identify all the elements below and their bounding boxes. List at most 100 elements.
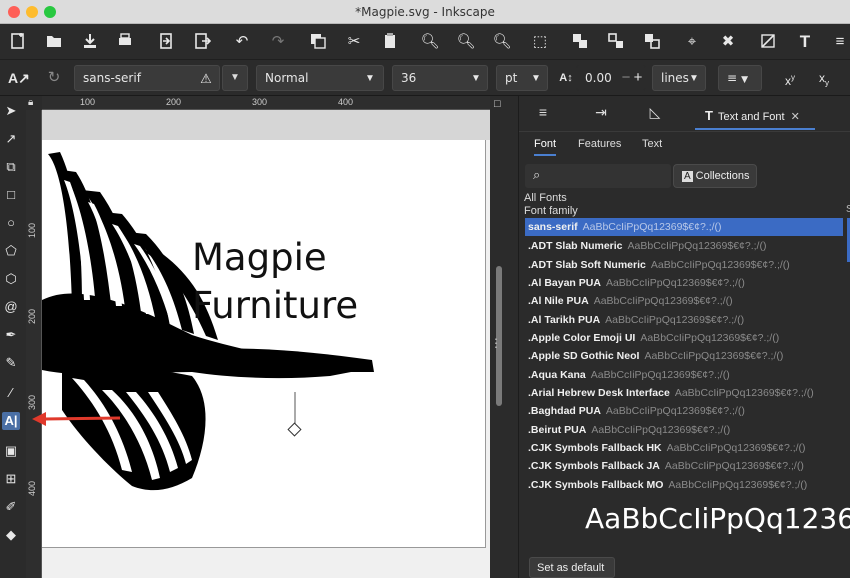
title-bar: *Magpie.svg - Inkscape (0, 0, 850, 24)
toolbox: ➤ ↗ ⧉ □ ○ ⬠ ⬡ @ ✒ ✎ ∕ A| ▣ ⊞ ✐ ◆ (0, 96, 22, 578)
collections-button[interactable]: A Collections (673, 164, 757, 188)
font-list-item[interactable]: .Aqua Kana AaBbCcIiPpQq12369$€¢?.;/() (525, 366, 843, 384)
font-list-item[interactable]: .Al Nile PUA AaBbCcIiPpQq12369$€¢?.;/() (525, 292, 843, 310)
new-document-icon[interactable] (8, 32, 28, 52)
search-icon: ⌕ (533, 167, 541, 182)
export-icon[interactable] (192, 32, 212, 52)
ellipse-tool-icon[interactable]: ○ (2, 214, 20, 232)
gradient-tool-icon[interactable]: ▣ (2, 442, 20, 460)
zoom-drawing-icon[interactable]: 🔍︎ (456, 32, 476, 52)
font-preview: AaBbCcIiPpQq1236 (585, 502, 850, 535)
text-tool-icon[interactable]: A| (2, 412, 20, 430)
title-line-2: Furniture (192, 284, 359, 327)
pen-tool-icon[interactable]: ✒ (2, 326, 20, 344)
align-left-icon: ≡ (727, 71, 738, 85)
lock-icon[interactable]: 🔒︎ (28, 97, 33, 108)
ruler-label: 200 (27, 308, 37, 324)
rectangle-tool-icon[interactable]: □ (2, 186, 20, 204)
display-icon[interactable]: □ (494, 98, 501, 110)
ruler-label: 100 (27, 222, 37, 238)
font-list-item[interactable]: .CJK Symbols Fallback HK AaBbCcIiPpQq1236… (525, 439, 843, 457)
save-icon[interactable] (80, 32, 100, 52)
font-list-item[interactable]: sans-serif AaBbCcIiPpQq12369$€¢?.;/() (525, 218, 843, 236)
group-icon[interactable] (570, 32, 590, 52)
chevron-down-icon: ▼ (741, 75, 748, 85)
pencil-tool-icon[interactable]: ✎ (2, 354, 20, 372)
magpie-title-text[interactable]: Magpie Furniture (192, 234, 358, 330)
zoom-page-icon[interactable]: 🔍︎ (492, 32, 512, 52)
drawing-canvas[interactable]: Magpie Furniture (42, 110, 490, 578)
zoom-selection-icon[interactable]: 🔍︎ (420, 32, 440, 52)
font-search-input[interactable]: ⌕ (525, 164, 671, 188)
font-list-item[interactable]: .ADT Slab Soft Numeric AaBbCcIiPpQq12369$… (525, 256, 843, 274)
spiral-tool-icon[interactable]: @ (2, 298, 20, 316)
ungroup-icon[interactable] (606, 32, 626, 52)
set-as-default-button[interactable]: Set as default (529, 557, 615, 578)
vertical-scrollbar[interactable]: □ ⋮ (490, 96, 510, 578)
font-list-item[interactable]: .Apple SD Gothic NeoI AaBbCcIiPpQq12369$€… (525, 347, 843, 365)
subtab-features[interactable]: Features (578, 138, 621, 150)
import-icon[interactable] (156, 32, 176, 52)
horizontal-ruler: 100 200 300 400 (42, 96, 490, 110)
panel-splitter-handle[interactable]: ⋮ (490, 336, 502, 350)
font-list-item[interactable]: .Baghdad PUA AaBbCcIiPpQq12369$€¢?.;/() (525, 402, 843, 420)
node-tool-icon[interactable]: ↗ (2, 130, 20, 148)
commands-bar: ↶ ↷ ✂ 🔍︎ 🔍︎ 🔍︎ ⬚ ⌖ ✖ T ≡ (0, 24, 850, 60)
subtab-font[interactable]: Font (534, 138, 557, 156)
font-list-item[interactable]: .Beirut PUA AaBbCcIiPpQq12369$€¢?.;/() (525, 421, 843, 439)
title-line-1: Magpie (192, 236, 327, 279)
text-font-tab-icon: T (705, 108, 713, 123)
align-distribute-icon[interactable]: ≡ (830, 32, 850, 52)
paint-bucket-tool-icon[interactable]: ◆ (2, 526, 20, 544)
open-folder-icon[interactable] (44, 32, 64, 52)
dropper-tool-icon[interactable]: ✐ (2, 498, 20, 516)
fill-stroke-tab-icon[interactable]: ◺ (643, 104, 667, 124)
star-tool-icon[interactable]: ⬠ (2, 242, 20, 260)
undo-icon[interactable]: ↶ (232, 32, 252, 52)
font-family-label: Font family (524, 205, 578, 217)
print-icon[interactable] (115, 32, 135, 52)
font-list[interactable]: sans-serif AaBbCcIiPpQq12369$€¢?.;/() .AD… (525, 218, 843, 502)
close-tab-icon[interactable]: ✕ (791, 111, 800, 123)
clone-icon[interactable] (642, 32, 662, 52)
3d-box-tool-icon[interactable]: ⬡ (2, 270, 20, 288)
annotation-arrow (32, 412, 120, 426)
magpie-illustration[interactable] (42, 110, 490, 578)
shape-builder-tool-icon[interactable]: ⧉ (2, 158, 20, 176)
font-list-item[interactable]: .ADT Slab Numeric AaBbCcIiPpQq12369$€¢?.;… (525, 237, 843, 255)
font-list-item[interactable]: .Al Bayan PUA AaBbCcIiPpQq12369$€¢?.;/() (525, 274, 843, 292)
plus-icon[interactable]: + (628, 68, 648, 88)
zoom-fit-icon[interactable]: ⬚ (530, 32, 550, 52)
fill-stroke-icon[interactable] (758, 32, 778, 52)
export-tab-icon[interactable]: ⇥ (589, 104, 613, 124)
collections-icon: A (682, 171, 693, 182)
refresh-icon[interactable]: ↻ (44, 68, 64, 88)
font-list-item[interactable]: .CJK Symbols Fallback JA AaBbCcIiPpQq1236… (525, 457, 843, 475)
window-title: *Magpie.svg - Inkscape (355, 5, 495, 19)
font-family-dropdown[interactable]: ▼ (222, 65, 248, 91)
redo-icon[interactable]: ↷ (268, 32, 288, 52)
selector-tool-icon[interactable]: ➤ (2, 102, 20, 120)
ruler-label: 400 (338, 97, 354, 107)
ruler-label: 300 (27, 394, 37, 410)
font-list-item[interactable]: .CJK Symbols Fallback MO AaBbCcIiPpQq1236… (525, 476, 843, 494)
mesh-tool-icon[interactable]: ⊞ (2, 470, 20, 488)
alignment-select[interactable]: ≡ ▼ (718, 65, 762, 91)
cut-icon[interactable]: ✂ (344, 32, 364, 52)
subtab-text[interactable]: Text (642, 138, 662, 150)
layers-tab-icon[interactable]: ≡ (531, 104, 555, 124)
font-list-item[interactable]: .Apple Color Emoji UI AaBbCcIiPpQq12369$€… (525, 329, 843, 347)
font-list-item[interactable]: .Arial Hebrew Desk Interface AaBbCcIiPpQq… (525, 384, 843, 402)
dock-tabs: ≡ ⇥ ◺ T Text and Font ✕ (519, 96, 850, 132)
superscript-icon[interactable]: xy (780, 68, 800, 88)
paste-icon[interactable] (380, 32, 400, 52)
subscript-icon[interactable]: xy (814, 68, 834, 88)
text-font-icon[interactable]: T (795, 32, 815, 52)
duplicate-icon[interactable] (308, 32, 328, 52)
calligraphy-tool-icon[interactable]: ∕ (2, 384, 20, 402)
collections-label: Collections (695, 170, 750, 182)
font-list-item[interactable]: .Al Tarikh PUA AaBbCcIiPpQq12369$€¢?.;/() (525, 311, 843, 329)
unlink-clone-icon[interactable]: ⌖ (682, 32, 702, 52)
tab-text-and-font[interactable]: T Text and Font ✕ (695, 100, 815, 130)
select-original-icon[interactable]: ✖ (718, 32, 738, 52)
